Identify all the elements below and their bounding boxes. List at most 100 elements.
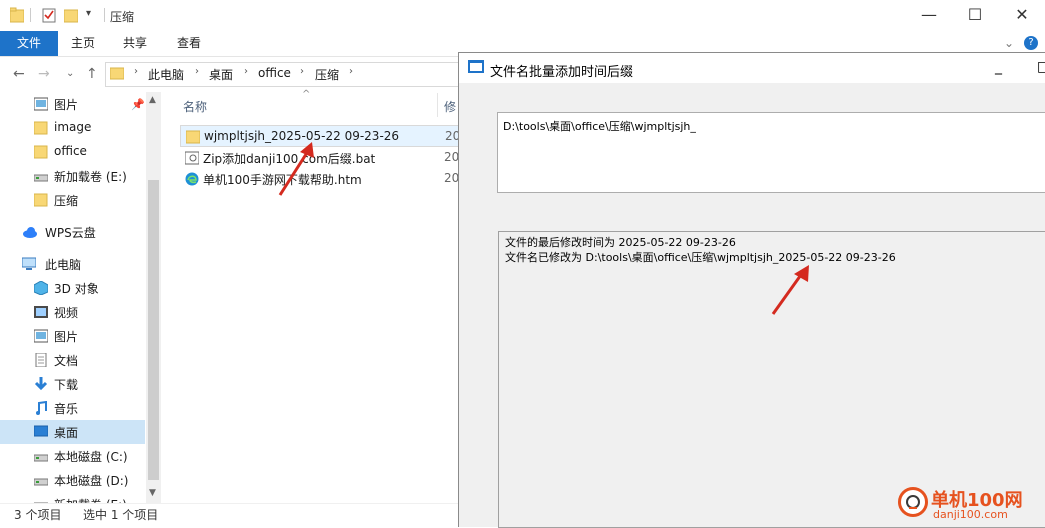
pin-icon[interactable]: 📌 [131,98,145,111]
file-row[interactable]: wjmpltjsjh_2025-05-22 09-23-26 20 [180,125,460,147]
sidebar-item-label: image [54,120,92,134]
sidebar-item-label: 本地磁盘 (D:) [54,474,129,488]
folder-icon [9,7,25,23]
download-icon [34,377,48,391]
sidebar-item[interactable]: 新加载卷 (E:) [0,164,145,188]
3d-objects-icon [33,280,49,296]
file-name: wjmpltjsjh_2025-05-22 09-23-26 [204,129,400,143]
folder-icon [109,66,125,83]
sidebar-item[interactable]: 压缩 [0,188,145,212]
breadcrumb-item[interactable]: 压缩 [315,66,339,83]
desktop-icon [33,425,49,439]
qa-customize-icon[interactable]: ▾ [86,8,91,19]
sidebar-item[interactable]: office [0,140,145,164]
tab-view[interactable]: 查看 [177,31,201,56]
sidebar-item[interactable]: 视频 [0,300,145,324]
dialog-minimize-button[interactable]: _ [995,59,1002,75]
sidebar-item-label: 图片 [54,98,79,112]
pictures-icon [33,329,49,343]
breadcrumb-chevron-icon: › [195,66,199,77]
properties-icon[interactable] [42,7,56,23]
back-button[interactable]: ← [13,66,25,82]
cloud-icon [22,225,37,239]
sidebar-item[interactable]: 音乐 [0,396,145,420]
drive-icon [33,169,49,183]
dialog-maximize-button[interactable]: □ [1037,59,1045,75]
sidebar-item[interactable]: 3D 对象 [0,276,145,300]
drive-icon [33,473,49,487]
tab-share[interactable]: 共享 [123,31,147,56]
scroll-down-icon[interactable]: ▼ [149,488,156,498]
sidebar-item[interactable]: 本地磁盘 (D:) [0,468,145,492]
sidebar-item-label: 压缩 [54,194,79,208]
sidebar-item[interactable]: 下载 [0,372,145,396]
file-row[interactable]: 单机100手游网下载帮助.htm 20 [180,168,460,190]
sidebar-item[interactable]: 桌面 [0,420,145,444]
file-row[interactable]: Zip添加danji100.com后缀.bat 20 [180,147,460,169]
log-line: 文件名已修改为 D:\tools\桌面\office\压缩\wjmpltjsjh… [505,251,896,264]
close-button[interactable]: ✕ [999,0,1045,31]
qa-divider [104,8,105,22]
breadcrumb-item[interactable]: 桌面 [209,66,233,83]
window-title: 压缩 [110,10,135,24]
sort-ascending-icon: ^ [302,89,311,100]
sidebar-item-label: 视频 [54,306,79,320]
app-window-icon [468,60,484,73]
breadcrumb-item[interactable]: office [258,66,291,80]
documents-icon [34,352,48,368]
sidebar-item[interactable]: 图片 [0,92,145,116]
sidebar-item-label: 桌面 [54,426,79,440]
pictures-icon [33,97,49,111]
dialog-title: 文件名批量添加时间后缀 [490,65,634,80]
up-button[interactable]: ↑ [86,66,98,82]
help-icon[interactable]: ? [1024,36,1038,50]
column-header-name[interactable]: 名称 [183,98,207,115]
sidebar-item[interactable]: 文档 [0,348,145,372]
folder-icon [33,193,48,207]
sidebar-item-label: office [54,144,87,158]
breadcrumb-chevron-icon: › [244,66,248,77]
breadcrumb-chevron-icon: › [134,66,138,77]
folder-icon [33,145,48,159]
minimize-button[interactable]: — [906,0,952,31]
sidebar-item-label: 图片 [54,330,79,344]
sidebar-item-label: 音乐 [54,402,79,416]
sidebar-item-label: 3D 对象 [54,282,99,296]
tab-file[interactable]: 文件 [0,31,58,56]
path-input-value: D:\tools\桌面\office\压缩\wjmpltjsjh_ [503,120,696,133]
column-divider[interactable] [437,93,438,117]
breadcrumb-chevron-icon: › [300,66,304,77]
breadcrumb-chevron-icon: › [349,66,353,77]
file-modified-date: 20 [444,150,460,164]
forward-button[interactable]: → [38,66,50,82]
computer-icon [21,257,37,271]
new-folder-icon[interactable] [63,7,79,23]
sidebar-item-label: 文档 [54,354,79,368]
tab-home[interactable]: 主页 [71,31,95,56]
sidebar-scroll-thumb[interactable] [148,180,159,480]
recent-locations-button[interactable]: ⌄ [66,68,74,79]
breadcrumb-item[interactable]: 此电脑 [148,66,184,83]
sidebar-item[interactable]: 本地磁盘 (C:) [0,444,145,468]
qa-divider [30,8,31,22]
sidebar-item[interactable]: WPS云盘 [0,220,145,244]
column-header-modified[interactable]: 修 [444,98,456,115]
sidebar-item-label: 本地磁盘 (C:) [54,450,128,464]
log-line: 文件的最后修改时间为 2025-05-22 09-23-26 [505,236,736,249]
sidebar-item[interactable]: image [0,116,145,140]
sidebar-item[interactable]: 此电脑 [0,252,145,276]
file-name: Zip添加danji100.com后缀.bat [203,152,376,166]
sidebar-item-label: WPS云盘 [45,226,96,240]
log-output[interactable] [498,231,1045,528]
sidebar-item[interactable]: 图片 [0,324,145,348]
sidebar-item-label: 下载 [54,378,79,392]
ribbon-expand-icon[interactable]: ⌄ [1004,36,1014,50]
watermark-logo-icon [898,487,928,517]
scroll-up-icon[interactable]: ▲ [149,95,156,105]
file-modified-date: 20 [444,171,460,185]
file-name: 单机100手游网下载帮助.htm [203,173,362,187]
watermark-url: danji100.com [933,508,1008,521]
video-icon [34,305,48,319]
edge-html-icon [185,172,199,186]
maximize-button[interactable]: ☐ [952,0,998,31]
